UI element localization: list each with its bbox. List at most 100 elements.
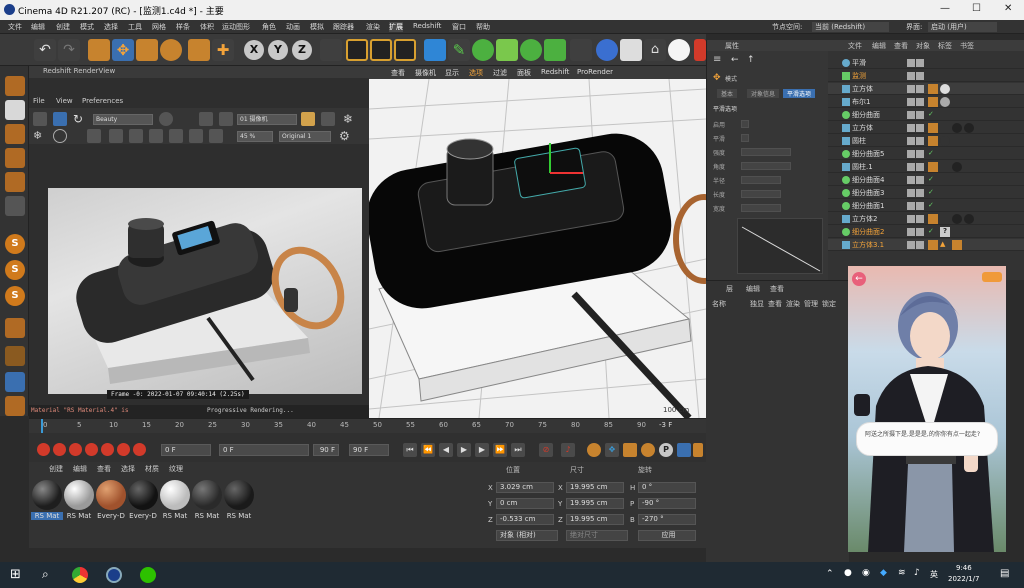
material-menu-edit[interactable]: 编辑: [73, 464, 87, 474]
timeline-ruler[interactable]: 0 5 10 15 20 25 30 35 40 45 50 55 60 65 …: [29, 419, 706, 433]
material-swatch-7[interactable]: [224, 480, 254, 510]
rotate-keys-icon[interactable]: [641, 443, 655, 457]
rotate-tool-icon[interactable]: [160, 39, 182, 61]
tray-chevron-icon[interactable]: ⌃: [826, 569, 834, 579]
pla-keys-icon[interactable]: [677, 443, 691, 457]
render-toggle[interactable]: [916, 163, 924, 171]
coord-mode-select[interactable]: 对象 (相对): [496, 530, 558, 541]
visibility-toggle[interactable]: [907, 202, 915, 210]
menu-extensions[interactable]: 扩展: [389, 22, 403, 32]
object-row[interactable]: 细分曲面2 ✓?: [828, 226, 1024, 238]
node-space-select[interactable]: 当前 (Redshift): [812, 22, 890, 32]
select-tool-icon[interactable]: [88, 39, 110, 61]
size-mode-select[interactable]: 绝对尺寸: [566, 530, 628, 541]
undo-icon[interactable]: ↶: [34, 39, 56, 61]
phong-tag-icon[interactable]: [928, 84, 938, 94]
lock-workplane-icon[interactable]: [5, 346, 25, 366]
renderview-menu-view[interactable]: View: [56, 97, 73, 105]
viewport-menu-redshift[interactable]: Redshift: [541, 68, 569, 76]
layer-menu-edit[interactable]: 编辑: [746, 284, 760, 294]
region-icon[interactable]: [87, 129, 101, 143]
menu-simulate[interactable]: 模拟: [310, 22, 324, 32]
viewport-menu-view[interactable]: 查看: [391, 68, 405, 78]
render-icon[interactable]: [33, 112, 47, 126]
points-mode-icon[interactable]: [5, 148, 25, 168]
snapshot-icon[interactable]: [159, 112, 173, 126]
material-swatch-4[interactable]: [128, 480, 158, 510]
phong-tag-icon[interactable]: [928, 123, 938, 133]
render-toggle[interactable]: [916, 59, 924, 67]
prev-key-icon[interactable]: ⏪: [421, 443, 435, 457]
menu-select[interactable]: 选择: [104, 22, 118, 32]
attr-length-field[interactable]: [741, 190, 781, 198]
texture-mode-icon[interactable]: [5, 124, 25, 144]
sound-icon[interactable]: ♪: [561, 443, 575, 457]
snap-settings-icon[interactable]: S: [5, 260, 25, 280]
perspective-viewport[interactable]: 查看 摄像机 显示 选项 过滤 面板 Redshift ProRender 10…: [369, 66, 706, 418]
viewport-menu-options[interactable]: 选项: [469, 68, 483, 78]
material-label-1[interactable]: RS Mat: [31, 512, 63, 520]
refresh-icon[interactable]: ↻: [73, 112, 87, 126]
freeze-icon[interactable]: ❄: [33, 129, 47, 143]
chrome-taskbar-icon[interactable]: [72, 567, 88, 583]
material-tag-icon[interactable]: [964, 123, 974, 133]
question-tag-icon[interactable]: ?: [940, 227, 950, 237]
camera-select[interactable]: 01 摄像机: [237, 114, 297, 125]
object-row[interactable]: 细分曲面4 ✓: [828, 174, 1024, 186]
mobile-game-overlay[interactable]: ← 阿送之所摄下是,是是是,的你你有点一起走?: [848, 266, 1006, 552]
position-x-field[interactable]: 3.029 cm: [496, 482, 554, 493]
material-swatch-2[interactable]: [64, 480, 94, 510]
visibility-toggle[interactable]: [907, 98, 915, 106]
loop-icon[interactable]: ⊘: [539, 443, 553, 457]
snowflake-icon[interactable]: ❄: [343, 112, 357, 126]
environment-icon[interactable]: [596, 39, 618, 61]
timeline-options-icon[interactable]: [693, 443, 703, 457]
object-row[interactable]: 立方体3.1 ▲: [828, 239, 1024, 251]
tab-object-info[interactable]: 对象信息: [747, 89, 780, 98]
aov-select[interactable]: Beauty: [93, 114, 153, 125]
attr-smooth-checkbox[interactable]: [741, 134, 749, 142]
deformer-icon[interactable]: [544, 39, 566, 61]
menu-mesh[interactable]: 网格: [152, 22, 166, 32]
lock-camera-icon[interactable]: [301, 112, 315, 126]
visibility-toggle[interactable]: [907, 59, 915, 67]
move-tool-icon[interactable]: ✥: [112, 39, 134, 61]
material-swatch-6[interactable]: [192, 480, 222, 510]
cloner-icon[interactable]: [496, 39, 518, 61]
menu-file[interactable]: 文件: [8, 22, 22, 32]
material-label-5[interactable]: RS Mat: [159, 512, 191, 520]
floor-icon[interactable]: [620, 39, 642, 61]
visibility-toggle[interactable]: [907, 124, 915, 132]
material-tag-icon[interactable]: [952, 240, 962, 250]
attr-angle-field[interactable]: [741, 162, 791, 170]
render-toggle[interactable]: [916, 98, 924, 106]
visibility-toggle[interactable]: [907, 111, 915, 119]
material-swatch-3[interactable]: [96, 480, 126, 510]
soft-selection-icon[interactable]: [5, 396, 25, 416]
material-label-2[interactable]: RS Mat: [63, 512, 95, 520]
back-arrow-icon[interactable]: ←: [731, 55, 739, 65]
material-label-4[interactable]: Every-D: [127, 512, 159, 520]
parameter-keys-icon[interactable]: P: [659, 443, 673, 457]
bucket-icon[interactable]: [321, 112, 335, 126]
render-picture-viewer-icon[interactable]: [370, 39, 392, 61]
checkmark-icon[interactable]: ✓: [928, 149, 938, 159]
size-x-field[interactable]: 19.995 cm: [566, 482, 624, 493]
auto-key-icon[interactable]: [53, 443, 66, 456]
render-toggle[interactable]: [916, 189, 924, 197]
model-mode-icon[interactable]: [5, 100, 25, 120]
key-position-icon[interactable]: [85, 443, 98, 456]
compare-icon[interactable]: [129, 129, 143, 143]
material-tag-icon[interactable]: [940, 84, 950, 94]
x-axis-lock-button[interactable]: X: [244, 40, 264, 60]
object-row[interactable]: 立方体: [828, 122, 1024, 134]
visibility-toggle[interactable]: [907, 176, 915, 184]
scale-keys-icon[interactable]: [623, 443, 637, 457]
wechat-taskbar-icon[interactable]: [140, 567, 156, 583]
render-settings-icon[interactable]: [394, 39, 416, 61]
camera-icon[interactable]: ⌂: [644, 39, 666, 61]
position-y-field[interactable]: 0 cm: [496, 498, 554, 509]
material-swatch-5[interactable]: [160, 480, 190, 510]
record-active-icon[interactable]: [37, 443, 50, 456]
minimize-button[interactable]: —: [940, 3, 950, 14]
